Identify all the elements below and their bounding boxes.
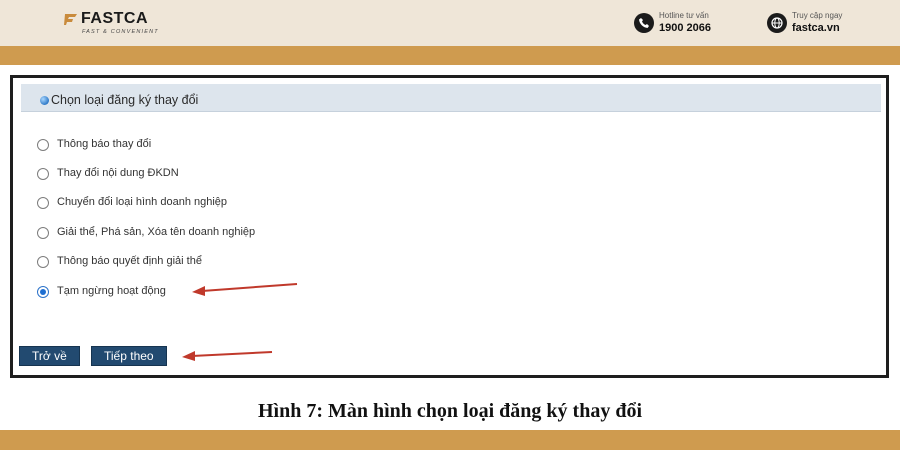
arrow-to-selected-option [192,283,298,296]
figure-caption: Hình 7: Màn hình chọn loại đăng ký thay … [257,400,642,422]
annotation-arrows [182,283,298,361]
arrow-to-next-button [182,351,273,361]
decorative-band-bottom [0,430,900,450]
